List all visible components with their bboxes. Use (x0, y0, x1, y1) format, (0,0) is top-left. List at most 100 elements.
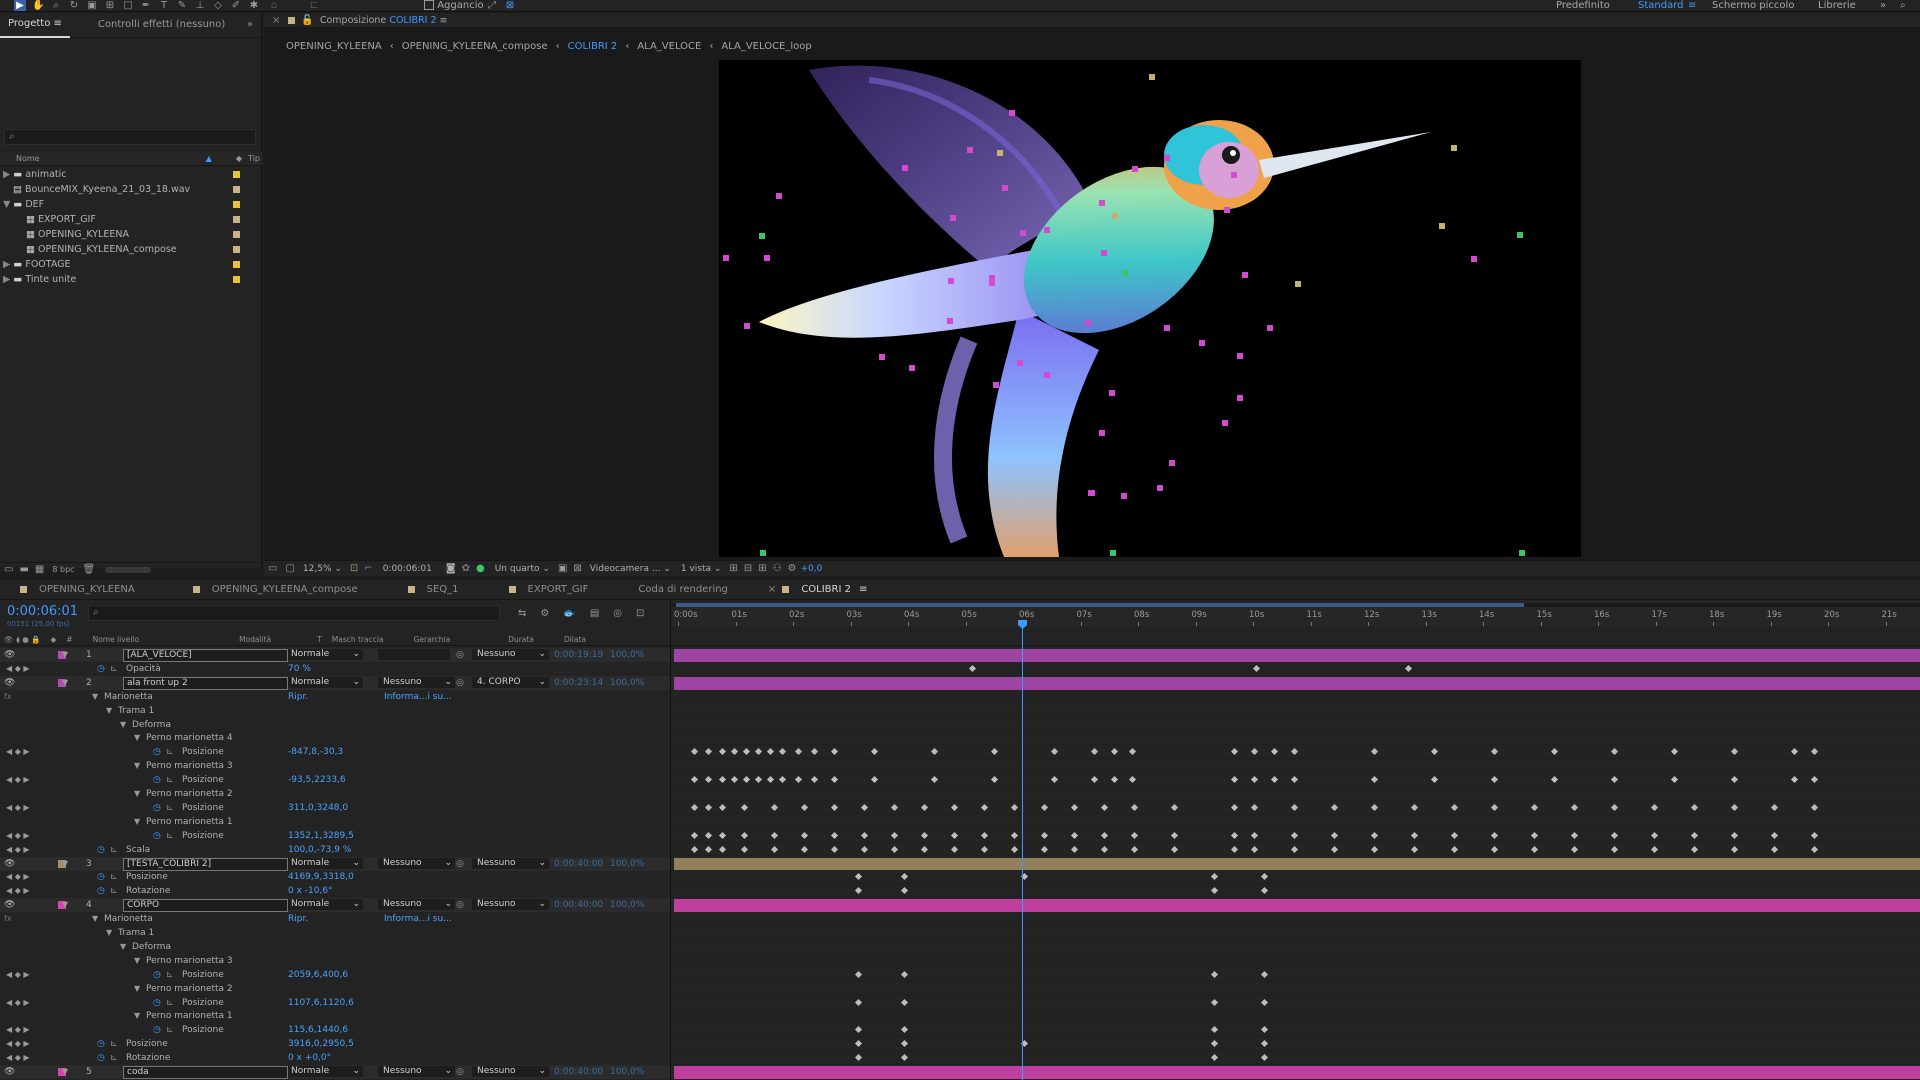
stopwatch-icon[interactable]: ◷ (97, 870, 105, 884)
graph-icon[interactable]: ⊾ (110, 1037, 118, 1051)
group-value[interactable]: Ripr. (288, 912, 308, 926)
keyframe-nav-icon[interactable]: ◀ ◆ ▶ (6, 843, 30, 857)
property-value[interactable]: 3916,0,2950,5 (288, 1037, 354, 1051)
views-dropdown[interactable]: 1 vista ⌄ (681, 564, 722, 574)
resolution-dropdown[interactable]: Un quarto ⌄ (495, 564, 550, 574)
group-extra[interactable]: Informa...i su... (384, 690, 452, 704)
property-group-row[interactable]: ▼ Deforma (0, 940, 670, 954)
keyframe-nav-icon[interactable]: ◀ ◆ ▶ (6, 1037, 30, 1051)
zoom-tool-icon[interactable]: ⌕ (50, 0, 62, 11)
fit-icon[interactable]: ⊡ (350, 563, 358, 574)
zoom-dropdown[interactable]: 12,5% ⌄ (303, 564, 342, 574)
column-parent[interactable]: Gerarchia (414, 635, 451, 644)
expand-icon[interactable]: ▼ (134, 954, 140, 968)
pickwhip-icon[interactable]: ◎ (456, 898, 464, 912)
layer-duration[interactable]: 0:00:19:19 (554, 648, 603, 662)
list-item[interactable]: ▶ ▬ animatic (0, 167, 250, 182)
property-value[interactable]: 100,0,-73,9 % (288, 843, 351, 857)
stopwatch-icon[interactable]: ◷ (153, 996, 161, 1010)
current-time[interactable]: 0:00:06:01 (7, 604, 78, 619)
more-workspaces-icon[interactable]: » (1880, 0, 1886, 11)
expand-icon[interactable]: ▼ (62, 898, 68, 912)
expand-icon[interactable]: ▼ (62, 676, 68, 690)
snapshot-icon[interactable]: ◙ (446, 563, 456, 574)
layer-search-input[interactable]: ⌕ (88, 605, 500, 621)
property-row[interactable]: ◀ ◆ ▶ ◷ ⊾ Rotazione 0 x +0,0° (0, 1051, 670, 1065)
parent-dropdown[interactable]: Nessuno ⌄ (472, 649, 549, 660)
new-comp-icon[interactable]: ▦ (35, 564, 44, 575)
project-search-input[interactable]: ⌕ (4, 129, 256, 145)
layer-duration[interactable]: 0:00:23:14 (554, 676, 603, 690)
parent-dropdown[interactable]: 4. CORPO ⌄ (472, 676, 549, 688)
property-row[interactable]: ◀ ◆ ▶ ◷ ⊾ Opacità 70 % (0, 662, 670, 676)
eye-icon[interactable]: 👁 (4, 1065, 15, 1079)
property-row[interactable]: ◀ ◆ ▶ ◷ ⊾ Posizione 4169,9,3318,0 (0, 870, 670, 884)
graph-icon[interactable]: ⊾ (166, 996, 174, 1010)
hide-shy-layers-icon[interactable]: 🐟 (563, 608, 575, 619)
keyframe-nav-icon[interactable]: ◀ ◆ ▶ (6, 968, 30, 982)
layer-duration-bar[interactable] (674, 1066, 1920, 1079)
property-group-row[interactable]: fx ▼ Marionetta Ripr. Informa...i su... (0, 690, 670, 704)
layer-row[interactable]: 👁 ▼ 4 CORPO Normale ⌄ Nessuno ⌄ ◎ Nessuno ⌄ 0:00:40… (0, 898, 670, 913)
column-track-matte[interactable]: Masch traccia (332, 635, 384, 644)
eraser-tool-icon[interactable]: ◇ (212, 0, 224, 11)
graph-icon[interactable]: ⊾ (110, 843, 118, 857)
column-type[interactable]: Tip (248, 154, 262, 163)
new-folder-icon[interactable]: ▬ (19, 564, 28, 575)
viewer-timecode[interactable]: 0:00:06:01 (383, 564, 432, 574)
region-of-interest-icon[interactable]: ▢ (285, 563, 294, 574)
rotate-tool-icon[interactable]: ↻ (68, 0, 80, 11)
layer-stretch[interactable]: 100,0% (610, 648, 644, 662)
expand-icon[interactable]: ▼ (134, 731, 140, 745)
layer-duration[interactable]: 0:00:40:00 (554, 898, 603, 912)
stopwatch-icon[interactable]: ◷ (153, 773, 161, 787)
property-group-row[interactable]: ▼ Deforma (0, 718, 670, 732)
tab-export-gif[interactable]: EXPORT_GIF (508, 584, 588, 595)
camera-dropdown[interactable]: Videocamera ... ⌄ (590, 564, 671, 574)
layer-duration-bar[interactable] (674, 899, 1920, 913)
property-group-row[interactable]: ▼ Perno marionetta 2 (0, 787, 670, 801)
track-matte-dropdown[interactable]: Nessuno ⌄ (378, 676, 455, 688)
list-item[interactable]: ▶ ▬ Tinte unite (0, 272, 250, 287)
list-item[interactable]: ▤ BounceMIX_Kyeena_21_03_18.wav (0, 182, 250, 197)
column-mode[interactable]: Modalità (239, 635, 271, 644)
stopwatch-icon[interactable]: ◷ (97, 843, 105, 857)
frame-blending-icon[interactable]: ▤ (590, 608, 599, 619)
color-channel-icon[interactable]: ● (476, 563, 485, 574)
expand-icon[interactable]: ▼ (120, 718, 126, 732)
brush-tool-icon[interactable]: ✎ (176, 0, 188, 11)
layer-name-field[interactable]: coda (123, 1066, 288, 1079)
property-value[interactable]: 0 x +0,0° (288, 1051, 331, 1065)
graph-icon[interactable]: ⊾ (166, 745, 174, 759)
expand-icon[interactable]: ▼ (92, 912, 98, 926)
column-duration[interactable]: Durata (508, 635, 534, 644)
layer-stretch[interactable]: 100,0% (610, 676, 644, 690)
pickwhip-icon[interactable]: ◎ (456, 1065, 464, 1079)
expand-panel-icon[interactable]: » (239, 13, 261, 37)
tab-render-queue[interactable]: Coda di rendering (638, 584, 728, 595)
layer-stretch[interactable]: 100,0% (610, 898, 644, 912)
eye-icon[interactable]: 👁 (4, 676, 15, 690)
work-area-bar[interactable] (676, 603, 1524, 607)
column-name[interactable]: Nome (0, 154, 40, 163)
property-value[interactable]: 4169,9,3318,0 (288, 870, 354, 884)
parent-dropdown[interactable]: Nessuno ⌄ (472, 1066, 549, 1077)
snap-options-icon[interactable]: ⤢ (486, 0, 498, 11)
layer-row[interactable]: 👁 ▼ 5 coda Normale ⌄ Nessuno ⌄ ◎ Nessuno ⌄ 0:00:40:… (0, 1065, 670, 1079)
clone-tool-icon[interactable]: ⊥ (194, 0, 206, 11)
keyframe-nav-icon[interactable]: ◀ ◆ ▶ (6, 662, 30, 676)
property-group-row[interactable]: ▼ Perno marionetta 3 (0, 759, 670, 773)
track-matte-dropdown[interactable]: Nessuno ⌄ (378, 1066, 455, 1077)
column-stretch[interactable]: Dilata (564, 635, 586, 644)
layer-duration-bar[interactable] (674, 676, 1920, 690)
tab-project[interactable]: Progetto ≡ (0, 12, 70, 38)
property-value[interactable]: 1107,6,1120,6 (288, 996, 354, 1010)
property-value[interactable]: -847,8,-30,3 (288, 745, 343, 759)
pan-behind-tool-icon[interactable]: ⊞ (104, 0, 116, 11)
graph-icon[interactable]: ⊾ (166, 1023, 174, 1037)
snap-checkbox[interactable]: Aggancio (424, 0, 484, 11)
property-value[interactable]: 2059,6,400,6 (288, 968, 348, 982)
property-group-row[interactable]: fx ▼ Marionetta Ripr. Informa...i su... (0, 912, 670, 926)
layer-row[interactable]: 👁 ▼ 2 ala front up 2 Normale ⌄ Nessuno ⌄ ◎ 4. COR… (0, 675, 670, 690)
list-item[interactable]: ▼ ▬ DEF (0, 197, 250, 212)
